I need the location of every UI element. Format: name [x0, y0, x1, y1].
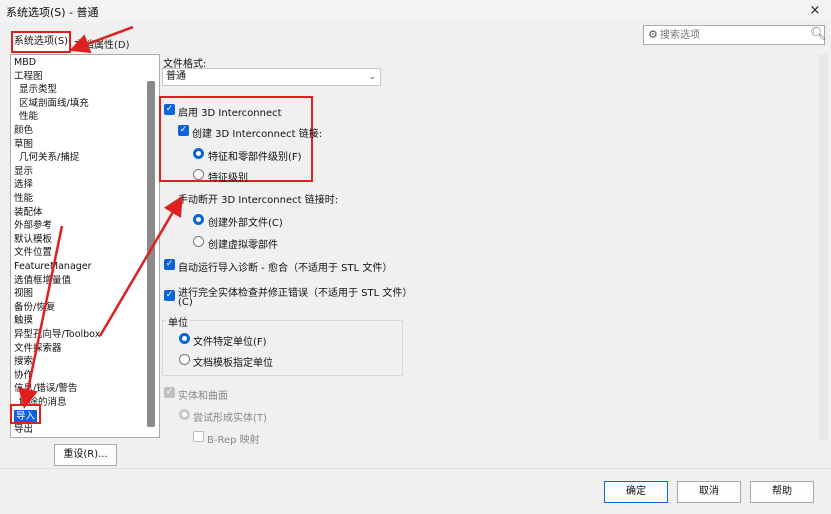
close-icon[interactable]: × — [806, 2, 824, 20]
highlight-box — [10, 404, 41, 424]
gear-icon: ⚙ — [648, 28, 658, 41]
tree-item[interactable]: 异型孔向导/Toolbox — [14, 328, 100, 341]
create-external-radio[interactable] — [193, 214, 204, 225]
tree-item[interactable]: 默认模板 — [14, 233, 52, 246]
tree-item[interactable]: 区域剖面线/填充 — [19, 97, 89, 110]
units-template-radio[interactable] — [179, 354, 190, 365]
help-button[interactable]: 帮助 — [750, 481, 814, 503]
file-format-select[interactable]: 普通 ⌄ — [162, 68, 381, 86]
window-title: 系统选项(S) - 普通 — [6, 6, 99, 19]
tree-scrollbar[interactable] — [147, 81, 155, 427]
units-file-radio[interactable] — [179, 333, 190, 344]
create-link-checkbox[interactable]: ✓ — [178, 125, 189, 136]
chevron-down-icon: ⌄ — [368, 72, 376, 82]
search-icon[interactable]: 🔍︎ — [810, 27, 827, 42]
tab-system-options[interactable]: 系统选项(S) — [11, 31, 71, 53]
units-file-label: 文件特定单位(F) — [193, 337, 267, 348]
tree-item[interactable]: 文件探索器 — [14, 342, 62, 355]
file-format-value: 普通 — [166, 71, 186, 82]
tree-item[interactable]: 选择 — [14, 178, 33, 191]
panel-scrollbar[interactable] — [818, 54, 828, 440]
solid-surface-checkbox[interactable]: ✓ — [164, 387, 175, 398]
ok-button[interactable]: 确定 — [604, 481, 668, 503]
full-check-suffix: (C) — [178, 297, 193, 308]
solid-surface-label: 实体和曲面 — [178, 391, 228, 402]
tree-item[interactable]: 外部参考 — [14, 219, 52, 232]
tree-item[interactable]: 视图 — [14, 287, 33, 300]
tree-item[interactable]: 工程图 — [14, 70, 43, 83]
auto-diag-label: 自动运行导入诊断 - 愈合（不适用于 STL 文件） — [178, 263, 393, 274]
tree-item[interactable]: 显示类型 — [19, 83, 57, 96]
tree-item[interactable]: 导出 — [14, 423, 33, 436]
try-solid-radio[interactable] — [179, 409, 190, 420]
manual-break-label: 手动断开 3D Interconnect 链接时: — [178, 195, 339, 206]
brep-checkbox[interactable] — [193, 431, 204, 442]
search-input[interactable] — [660, 26, 800, 44]
enable-3di-checkbox[interactable]: ✓ — [164, 104, 175, 115]
options-tree[interactable]: MBD 工程图 显示类型 区域剖面线/填充 性能 颜色 草图 几何关系/捕捉 显示 选择 性能 装配体… — [10, 54, 160, 438]
tree-item[interactable]: 信息/错误/警告 — [14, 382, 77, 395]
full-check-label: 进行完全实体检查并修正错误（不适用于 STL 文件） — [178, 288, 413, 299]
tree-item[interactable]: 显示 — [14, 165, 33, 178]
reset-button[interactable]: 重设(R)... — [54, 444, 117, 466]
tree-item[interactable]: 选值框增量值 — [14, 274, 71, 287]
enable-3di-label: 启用 3D Interconnect — [178, 108, 282, 119]
feature-level-radio[interactable] — [193, 169, 204, 180]
auto-diag-checkbox[interactable]: ✓ — [164, 259, 175, 270]
tree-item[interactable]: 性能 — [19, 110, 38, 123]
tree-item[interactable]: 装配体 — [14, 206, 43, 219]
cancel-button[interactable]: 取消 — [677, 481, 741, 503]
feature-part-level-radio[interactable] — [193, 148, 204, 159]
tree-item[interactable]: 协作 — [14, 369, 33, 382]
units-label: 单位 — [166, 314, 190, 329]
create-link-label: 创建 3D Interconnect 链接: — [192, 129, 323, 140]
search-box[interactable]: ⚙ 🔍︎ — [643, 25, 827, 45]
create-external-label: 创建外部文件(C) — [208, 218, 283, 229]
feature-part-level-label: 特征和零部件级别(F) — [208, 152, 302, 163]
tree-item[interactable]: 文件位置 — [14, 246, 52, 259]
tree-item[interactable]: 几何关系/捕捉 — [19, 151, 79, 164]
try-solid-label: 尝试形成实体(T) — [193, 413, 267, 424]
brep-label: B-Rep 映射 — [207, 435, 260, 446]
tree-item[interactable]: 备份/恢复 — [14, 301, 55, 314]
create-virtual-radio[interactable] — [193, 236, 204, 247]
tree-item[interactable]: 搜索 — [14, 355, 33, 368]
tree-item[interactable]: 触摸 — [14, 314, 33, 327]
units-template-label: 文档模板指定单位 — [193, 358, 273, 369]
tree-item[interactable]: MBD — [14, 56, 36, 69]
full-check-checkbox[interactable]: ✓ — [164, 290, 175, 301]
title-bar: 系统选项(S) - 普通 × — [0, 0, 831, 22]
tree-item[interactable]: FeatureManager — [14, 260, 92, 273]
tab-document-properties[interactable]: 文档属性(D) — [74, 36, 130, 51]
tree-item[interactable]: 颜色 — [14, 124, 33, 137]
create-virtual-label: 创建虚拟零部件 — [208, 240, 278, 251]
tree-item[interactable]: 性能 — [14, 192, 33, 205]
tree-item[interactable]: 草图 — [14, 138, 33, 151]
feature-level-label: 特征级别 — [208, 173, 248, 184]
